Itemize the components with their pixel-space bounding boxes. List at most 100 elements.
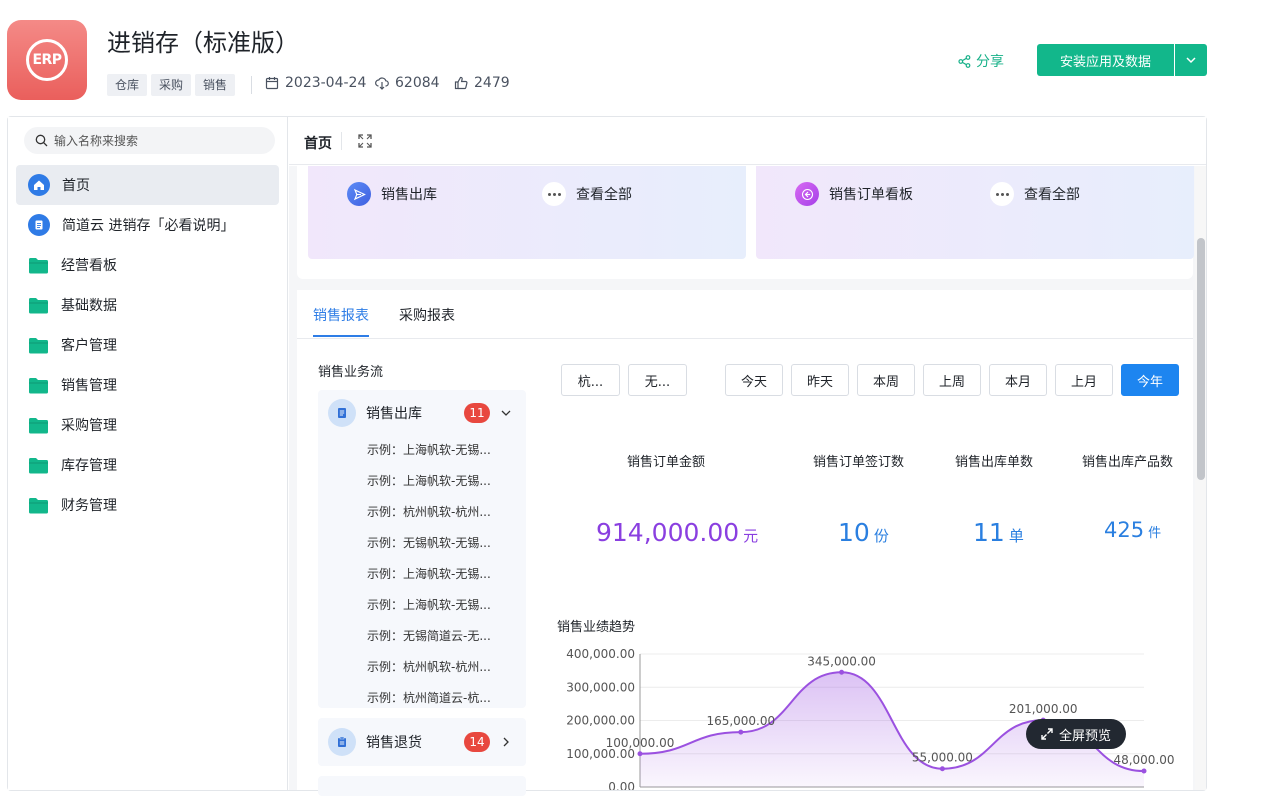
scrollbar-thumb[interactable] xyxy=(1197,238,1205,480)
meta-downloads: 62084 xyxy=(375,75,440,91)
filter-select-2[interactable]: 无... xyxy=(628,364,687,396)
home-icon xyxy=(28,174,50,196)
kpi-unit: 件 xyxy=(1148,526,1162,541)
kpi-outbound-count: 11 单 xyxy=(973,518,1024,547)
meta-date: 2023-04-24 xyxy=(265,75,366,91)
kpi-unit: 元 xyxy=(743,527,759,545)
tab-sales-report[interactable]: 销售报表 xyxy=(313,305,369,325)
folder-icon xyxy=(29,297,48,313)
period-last-week[interactable]: 上周 xyxy=(923,364,981,396)
expand-arrows-icon xyxy=(1041,728,1053,740)
kpi-label: 销售出库单数 xyxy=(955,455,1034,470)
data-point[interactable] xyxy=(637,751,643,757)
kpi-label: 销售订单金额 xyxy=(627,455,706,470)
expand-icon[interactable] xyxy=(358,134,372,148)
period-this-week[interactable]: 本周 xyxy=(857,364,915,396)
tab-purchase-report[interactable]: 采购报表 xyxy=(399,305,455,325)
data-point[interactable] xyxy=(939,766,945,772)
quick-view-all-2[interactable]: 查看全部 xyxy=(990,182,1080,206)
flow-entry[interactable]: 示例：杭州帆软-杭州... xyxy=(367,658,491,675)
meta-divider xyxy=(251,76,252,94)
sidebar-item-dashboard[interactable]: 经营看板 xyxy=(16,245,279,285)
quick-item-sales-board[interactable]: 销售订单看板 xyxy=(795,182,913,206)
sidebar-item-purchasing[interactable]: 采购管理 xyxy=(16,405,279,445)
sidebar-item-instructions[interactable]: 简道云 进销存「必看说明」 xyxy=(16,205,279,245)
document-icon xyxy=(328,399,356,427)
flow-group-label: 销售出库 xyxy=(366,406,422,422)
sidebar-item-sales[interactable]: 销售管理 xyxy=(16,365,279,405)
share-label: 分享 xyxy=(976,54,1004,70)
sidebar-item-finance[interactable]: 财务管理 xyxy=(16,485,279,525)
sidebar-item-home[interactable]: 首页 xyxy=(16,165,279,205)
sidebar-item-basic-data[interactable]: 基础数据 xyxy=(16,285,279,325)
sidebar-item-label: 简道云 进销存「必看说明」 xyxy=(62,218,235,234)
quick-item-label: 销售出库 xyxy=(381,187,437,203)
fullscreen-preview-button[interactable]: 全屏预览 xyxy=(1026,719,1126,749)
meta-likes[interactable]: 2479 xyxy=(454,75,510,91)
sidebar-search[interactable] xyxy=(24,127,275,154)
tag[interactable]: 销售 xyxy=(195,74,236,96)
install-button[interactable]: 安装应用及数据 xyxy=(1037,44,1174,76)
kpi-value: 10 xyxy=(838,518,870,547)
kpi-outbound-products: 425 件 xyxy=(1104,518,1161,542)
data-point[interactable] xyxy=(1141,768,1147,774)
y-tick-label: 300,000.00 xyxy=(566,680,635,694)
quick-item-label: 销售订单看板 xyxy=(829,187,913,203)
send-icon xyxy=(347,182,371,206)
flow-group-next xyxy=(318,776,526,796)
sidebar-item-customers[interactable]: 客户管理 xyxy=(16,325,279,365)
kpi-value: 425 xyxy=(1104,518,1145,542)
chevron-down-icon xyxy=(1186,57,1196,64)
flow-entry[interactable]: 示例：杭州简道云-杭... xyxy=(367,689,491,706)
flow-entry[interactable]: 示例：无锡简道云-无... xyxy=(367,627,491,644)
thumbs-up-icon xyxy=(454,76,468,90)
download-count: 62084 xyxy=(395,75,440,91)
flow-group-header[interactable]: 销售出库 11 xyxy=(328,399,512,427)
chevron-down-icon[interactable] xyxy=(500,407,512,419)
view-all-label: 查看全部 xyxy=(1024,187,1080,203)
filter-select-1[interactable]: 杭... xyxy=(561,364,620,396)
quick-panel-sales-out xyxy=(308,166,746,259)
header-divider xyxy=(341,132,342,150)
kpi-value: 914,000.00 xyxy=(596,518,740,547)
kpi-label: 销售出库产品数 xyxy=(1082,455,1174,470)
sidebar-item-label: 财务管理 xyxy=(61,498,117,514)
folder-icon xyxy=(29,377,48,393)
folder-icon xyxy=(29,457,48,473)
period-this-month[interactable]: 本月 xyxy=(989,364,1047,396)
tag[interactable]: 仓库 xyxy=(107,74,148,96)
y-tick-label: 0.00 xyxy=(608,780,635,790)
app-logo-text: ERP xyxy=(26,39,68,81)
trend-title: 销售业绩趋势 xyxy=(557,620,636,635)
kpi-unit: 单 xyxy=(1008,527,1024,545)
quick-item-sales-out[interactable]: 销售出库 xyxy=(347,182,437,206)
data-point[interactable] xyxy=(738,729,744,735)
more-icon xyxy=(990,182,1014,206)
flow-group-header[interactable]: 销售退货 14 xyxy=(328,728,512,756)
flow-entry[interactable]: 示例：上海帆软-无锡... xyxy=(367,441,491,458)
tag[interactable]: 采购 xyxy=(151,74,192,96)
flow-entry[interactable]: 示例：杭州帆软-杭州... xyxy=(367,503,491,520)
count-badge: 11 xyxy=(464,403,490,423)
search-input[interactable] xyxy=(54,133,254,148)
flow-entry[interactable]: 示例：上海帆软-无锡... xyxy=(367,596,491,613)
period-today[interactable]: 今天 xyxy=(725,364,783,396)
flow-entry[interactable]: 示例：无锡帆软-无锡... xyxy=(367,534,491,551)
period-this-year[interactable]: 今年 xyxy=(1121,364,1179,396)
sidebar-item-inventory[interactable]: 库存管理 xyxy=(16,445,279,485)
flow-entry[interactable]: 示例：上海帆软-无锡... xyxy=(367,472,491,489)
kpi-label: 销售订单签订数 xyxy=(813,455,905,470)
data-point[interactable] xyxy=(839,669,845,675)
chevron-right-icon[interactable] xyxy=(500,736,512,748)
install-dropdown-button[interactable] xyxy=(1175,44,1207,76)
publish-date: 2023-04-24 xyxy=(285,75,367,91)
flow-entry[interactable]: 示例：上海帆软-无锡... xyxy=(367,565,491,582)
quick-view-all-1[interactable]: 查看全部 xyxy=(542,182,632,206)
app-logo: ERP xyxy=(7,20,87,100)
data-label: 48,000.00 xyxy=(1113,753,1174,767)
share-button[interactable]: 分享 xyxy=(958,51,1004,71)
app-tags: 仓库 采购 销售 xyxy=(107,74,236,96)
period-yesterday[interactable]: 昨天 xyxy=(791,364,849,396)
period-last-month[interactable]: 上月 xyxy=(1055,364,1113,396)
page-header xyxy=(289,117,1206,165)
